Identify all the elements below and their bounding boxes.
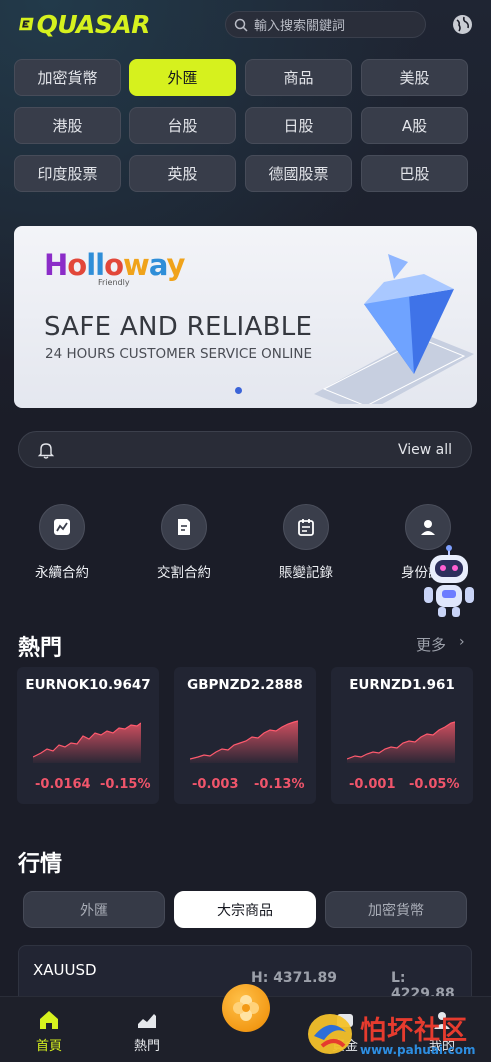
category-label: 台股: [167, 117, 198, 135]
hot-card[interactable]: GBPNZD2.2888 -0.003 -0.13%: [174, 667, 316, 804]
banner-title: SAFE AND RELIABLE: [44, 312, 313, 342]
quick-action-circle: [161, 504, 207, 550]
flower-icon: [233, 995, 259, 1021]
hot-card-change: -0.003: [192, 777, 239, 792]
chart-icon: [54, 519, 70, 535]
bell-icon: [37, 443, 55, 459]
category-crypto[interactable]: 加密貨幣: [14, 59, 121, 96]
nav-label: 首頁: [35, 1039, 62, 1054]
robot-assistant-icon[interactable]: [418, 545, 480, 621]
banner-brand-sub: Friendly: [98, 278, 130, 287]
app-logo[interactable]: QUASAR: [18, 9, 151, 39]
hot-card[interactable]: EURNZD1.961 -0.001 -0.05%: [331, 667, 473, 804]
hot-card-percent: -0.15%: [100, 777, 151, 792]
globe-icon[interactable]: [452, 14, 473, 35]
category-a-shares[interactable]: A股: [361, 107, 468, 144]
search-icon: [234, 18, 248, 32]
category-uk-stocks[interactable]: 英股: [129, 155, 236, 192]
document-icon: [178, 519, 190, 535]
hot-card-percent: -0.13%: [254, 777, 305, 792]
nav-hot[interactable]: 熱門: [117, 1009, 177, 1054]
notice-bar[interactable]: View all: [18, 431, 472, 468]
tab-commodities[interactable]: 大宗商品: [174, 891, 316, 928]
category-tw-stocks[interactable]: 台股: [129, 107, 236, 144]
sparkline-chart: [347, 721, 455, 763]
quote-high: H: 4371.89: [251, 970, 337, 986]
tab-label: 加密貨幣: [368, 902, 424, 919]
watermark-url: www.pahuai.com: [360, 1043, 476, 1057]
home-icon: [40, 1011, 58, 1029]
logo-mark-icon: [19, 17, 34, 31]
banner-brand-logo: Holloway: [44, 248, 185, 282]
quick-action-label: 賬變記錄: [279, 565, 333, 581]
tab-crypto[interactable]: 加密貨幣: [325, 891, 467, 928]
tab-label: 外匯: [80, 902, 108, 919]
category-jp-stocks[interactable]: 日股: [245, 107, 352, 144]
category-label: A股: [401, 117, 428, 135]
quick-action-delivery[interactable]: 交割合約: [139, 504, 229, 581]
nav-label: 熱門: [133, 1039, 160, 1054]
quick-action-circle: [405, 504, 451, 550]
banner-subtitle: 24 HOURS CUSTOMER SERVICE ONLINE: [45, 346, 313, 362]
category-label: 美股: [399, 69, 430, 87]
hot-card-symbol: EURNOK10.9647: [25, 677, 151, 693]
logo-text: QUASAR: [36, 9, 151, 39]
category-us-stocks[interactable]: 美股: [361, 59, 468, 96]
market-section-title: 行情: [18, 852, 63, 877]
category-label: 日股: [283, 117, 314, 135]
quick-action-circle: [39, 504, 85, 550]
quick-action-circle: [283, 504, 329, 550]
calendar-icon: [298, 519, 314, 536]
trade-center-button[interactable]: [222, 984, 270, 1032]
category-label: 德國股票: [268, 165, 329, 183]
tab-label: 大宗商品: [217, 902, 273, 919]
hot-card[interactable]: EURNOK10.9647 -0.0164 -0.15%: [17, 667, 159, 804]
quote-symbol: XAUUSD: [33, 961, 97, 979]
category-label: 加密貨幣: [37, 69, 98, 87]
sparkline-chart: [190, 720, 298, 763]
search-placeholder: 輸入搜索關鍵詞: [254, 19, 346, 34]
hot-section-title: 熱門: [18, 636, 63, 661]
view-all-link[interactable]: View all: [398, 442, 452, 458]
hot-card-symbol: GBPNZD2.2888: [187, 677, 303, 693]
quick-action-label: 交割合約: [157, 565, 211, 581]
category-label: 外匯: [167, 69, 198, 87]
category-de-stocks[interactable]: 德國股票: [245, 155, 352, 192]
more-link[interactable]: 更多: [416, 634, 446, 655]
quick-action-perpetual[interactable]: 永續合約: [17, 504, 107, 581]
category-br-stocks[interactable]: 巴股: [361, 155, 468, 192]
category-label: 港股: [52, 117, 83, 135]
chevron-right-icon[interactable]: ›: [459, 634, 465, 650]
hot-card-symbol: EURNZD1.961: [349, 677, 455, 693]
carousel-indicator[interactable]: [235, 387, 242, 394]
promo-banner[interactable]: Holloway Friendly SAFE AND RELIABLE 24 H…: [14, 226, 477, 408]
category-label: 巴股: [399, 165, 430, 183]
quick-action-ledger[interactable]: 賬變記錄: [261, 504, 351, 581]
search-input[interactable]: 輸入搜索關鍵詞: [225, 11, 426, 38]
header: QUASAR 輸入搜索關鍵詞: [0, 0, 491, 48]
quick-action-label: 永續合約: [35, 565, 89, 581]
trend-chart-icon: [138, 1014, 156, 1028]
category-label: 英股: [167, 165, 198, 183]
category-label: 商品: [283, 69, 314, 87]
hot-card-change: -0.0164: [35, 777, 91, 792]
hot-card-change: -0.001: [349, 777, 396, 792]
user-check-icon: [421, 520, 435, 535]
category-hk-stocks[interactable]: 港股: [14, 107, 121, 144]
diamond-illustration-icon: [314, 254, 474, 404]
category-forex[interactable]: 外匯: [129, 59, 236, 96]
nav-home[interactable]: 首頁: [19, 1009, 79, 1054]
category-label: 印度股票: [37, 165, 98, 183]
tab-forex[interactable]: 外匯: [23, 891, 165, 928]
sparkline-chart: [33, 722, 141, 763]
category-india-stocks[interactable]: 印度股票: [14, 155, 121, 192]
hot-card-percent: -0.05%: [409, 777, 460, 792]
watermark-text: 怕坏社区: [360, 1016, 469, 1046]
category-commodities[interactable]: 商品: [245, 59, 352, 96]
